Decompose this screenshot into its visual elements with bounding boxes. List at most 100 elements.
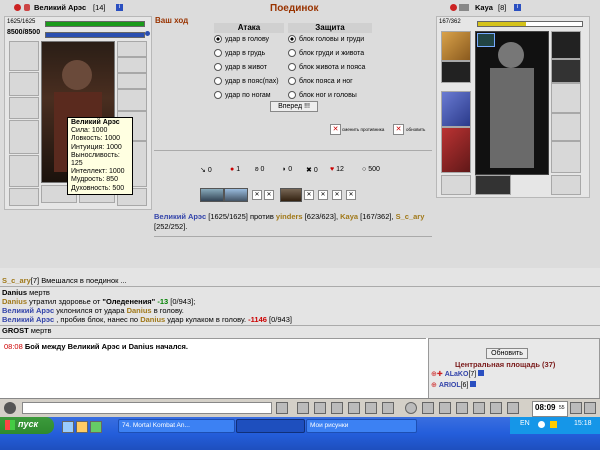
filter-icon[interactable] xyxy=(314,402,326,414)
online-user-name[interactable]: ALaKO xyxy=(445,371,469,378)
help-icon[interactable] xyxy=(473,402,485,414)
helmet-slot[interactable] xyxy=(441,31,471,61)
empty-slot-icon[interactable]: ✕ xyxy=(304,190,314,200)
left-player-name[interactable]: Великий Арэс xyxy=(34,3,86,12)
online-user-name[interactable]: ARIOL xyxy=(439,382,461,389)
log-player[interactable]: Великий Арэс xyxy=(2,306,54,315)
empty-slot-icon[interactable]: ✕ xyxy=(264,190,274,200)
smile-icon[interactable] xyxy=(405,402,417,414)
spell-slot[interactable] xyxy=(224,188,248,202)
chat-player[interactable]: Danius xyxy=(129,342,154,351)
boots-slot[interactable] xyxy=(551,141,581,173)
radio-icon[interactable] xyxy=(214,77,222,86)
chat-mode-icon[interactable] xyxy=(4,402,16,414)
right-player-name[interactable]: Kaya xyxy=(475,3,493,12)
log-player[interactable]: GROST xyxy=(2,326,29,335)
radio-icon[interactable] xyxy=(288,35,296,44)
change-opponent-label[interactable]: сменить противника xyxy=(342,127,384,132)
list-icon[interactable] xyxy=(382,402,394,414)
log-player[interactable]: Danius xyxy=(2,297,27,306)
radio-icon[interactable] xyxy=(214,49,222,58)
tray-icon[interactable] xyxy=(550,421,557,428)
clear-icon[interactable] xyxy=(297,402,309,414)
logout-icon[interactable] xyxy=(490,402,502,414)
info-icon[interactable] xyxy=(470,381,477,387)
exit-icon[interactable] xyxy=(584,402,596,414)
summary-player[interactable]: yinders xyxy=(276,212,303,221)
radio-icon[interactable] xyxy=(288,63,296,72)
attack-option[interactable]: удар в грудь xyxy=(214,47,284,61)
task-item[interactable] xyxy=(236,419,305,433)
refresh-label[interactable]: обновить xyxy=(406,127,425,132)
radio-icon[interactable] xyxy=(214,63,222,72)
summary-player[interactable]: S_c_ary xyxy=(396,212,425,221)
change-opponent-icon[interactable]: ✕ xyxy=(330,124,341,135)
radio-icon[interactable] xyxy=(288,91,296,100)
quicklaunch-icon[interactable] xyxy=(76,421,88,433)
chat-input[interactable] xyxy=(22,402,272,414)
spell-slot[interactable] xyxy=(200,188,224,202)
online-user[interactable]: ⊕✚ ALaKO[7] xyxy=(431,370,485,378)
tray-icon[interactable] xyxy=(538,421,545,428)
info-icon[interactable]: i xyxy=(514,4,521,11)
send-icon[interactable] xyxy=(276,402,288,414)
mail-icon[interactable] xyxy=(507,402,519,414)
map-icon[interactable] xyxy=(456,402,468,414)
log-player[interactable]: Danius xyxy=(2,288,27,297)
empty-slot-icon[interactable]: ✕ xyxy=(252,190,262,200)
defense-option[interactable]: блок пояса и ног xyxy=(288,75,372,89)
defense-option[interactable]: блок живота и пояса xyxy=(288,61,372,75)
bracelet-slot[interactable] xyxy=(475,175,511,195)
weapon-slot[interactable] xyxy=(441,91,471,127)
robe-slot[interactable] xyxy=(441,127,471,173)
scroll-slot[interactable] xyxy=(551,175,581,195)
quicklaunch-icon[interactable] xyxy=(62,421,74,433)
info-icon[interactable] xyxy=(478,370,485,376)
shield-slot[interactable] xyxy=(551,83,581,113)
attack-option[interactable]: удар в пояс(пах) xyxy=(214,75,284,89)
ring-slot[interactable] xyxy=(551,31,581,59)
sound-icon[interactable] xyxy=(570,402,582,414)
log-player[interactable]: S_c_ary xyxy=(2,276,31,285)
refresh-online-button[interactable]: Обновить xyxy=(486,348,528,359)
language-indicator[interactable]: EN xyxy=(520,420,530,427)
empty-slot-icon[interactable]: ✕ xyxy=(346,190,356,200)
attack-option[interactable]: удар в голову xyxy=(214,33,284,47)
glove-slot[interactable] xyxy=(551,59,581,83)
log-player[interactable]: Великий Арэс xyxy=(2,315,54,324)
defense-option[interactable]: блок головы и груди xyxy=(288,33,372,47)
inventory-icon[interactable] xyxy=(439,402,451,414)
radio-icon[interactable] xyxy=(214,91,222,100)
user-action-icon[interactable]: ⊕ xyxy=(431,382,437,389)
leggings-slot[interactable] xyxy=(551,113,581,141)
weapon-slot[interactable] xyxy=(9,120,39,154)
summary-player[interactable]: Kaya xyxy=(340,212,358,221)
empty-slot-icon[interactable]: ✕ xyxy=(332,190,342,200)
trade-icon[interactable] xyxy=(348,402,360,414)
defense-option[interactable]: блок груди и живота xyxy=(288,47,372,61)
helmet-slot[interactable] xyxy=(9,41,39,71)
radio-icon[interactable] xyxy=(288,49,296,58)
ring2-slot[interactable] xyxy=(117,73,147,89)
system-icon[interactable] xyxy=(331,402,343,414)
info-icon[interactable]: i xyxy=(116,4,123,11)
task-item[interactable]: 74. Mortal Kombat An... xyxy=(118,419,235,433)
fight-icon[interactable] xyxy=(365,402,377,414)
chat-player[interactable]: Великий Арэс xyxy=(68,342,120,351)
start-button[interactable]: пуск xyxy=(0,417,54,434)
online-user[interactable]: ⊕ ARIOL[6] xyxy=(431,381,477,389)
belt-slot[interactable] xyxy=(9,155,39,187)
ring1-slot[interactable] xyxy=(117,57,147,73)
empty-slot-icon[interactable]: ✕ xyxy=(318,190,328,200)
belt-slot[interactable] xyxy=(441,175,471,195)
refresh-icon[interactable]: ✕ xyxy=(393,124,404,135)
amulet-slot[interactable] xyxy=(117,41,147,57)
armor-slot[interactable] xyxy=(9,72,39,96)
log-player[interactable]: Danius xyxy=(127,306,152,315)
summary-player[interactable]: Великий Арэс xyxy=(154,212,206,221)
belt2-slot[interactable] xyxy=(9,188,39,206)
radio-icon[interactable] xyxy=(214,35,222,44)
bracer-slot[interactable] xyxy=(9,97,39,119)
forward-button[interactable]: Вперед !!! xyxy=(270,101,318,112)
radio-icon[interactable] xyxy=(288,77,296,86)
